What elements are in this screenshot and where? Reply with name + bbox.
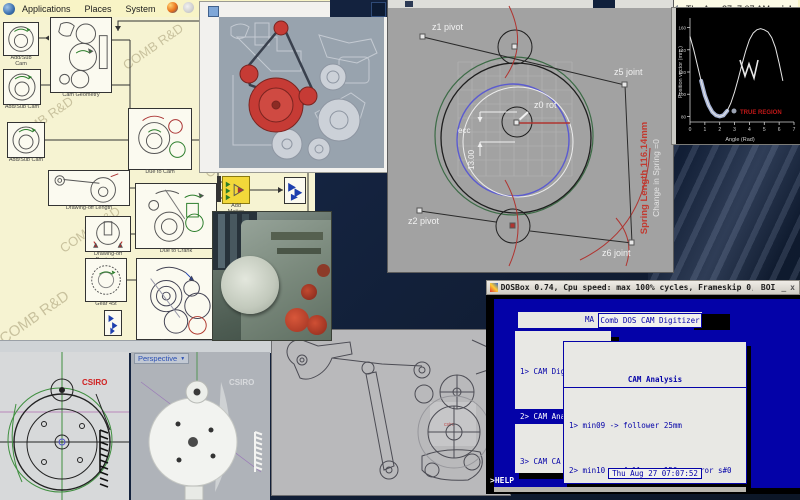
photo-detail-bar [277, 248, 321, 254]
block-addsub-cam-2[interactable]: Add/Sub Cam [3, 69, 41, 110]
block-label: Drawing-off Length [65, 205, 113, 211]
svg-text:5: 5 [763, 127, 766, 133]
firefox-launcher-icon[interactable] [166, 2, 178, 13]
svg-text:7: 7 [793, 127, 796, 133]
engine-diagram-window [200, 2, 388, 172]
distro-logo-icon[interactable] [3, 2, 15, 15]
block-due-to-crank[interactable]: Due to Crank [135, 183, 217, 254]
block-add-motion[interactable]: Add Motion [222, 176, 250, 215]
dos-submenu-title: CAM Analysis [564, 372, 746, 388]
minimize-button[interactable]: _ [781, 283, 786, 292]
dosbox-window: DOSBox 0.74, Cpu speed: max 100% cycles,… [486, 280, 800, 494]
svg-text:1: 1 [703, 127, 706, 133]
svg-text:140: 140 [678, 48, 686, 53]
viewport-perspective[interactable]: Perspective ▼ CSIRO [131, 352, 270, 500]
dos-status-time: Thu Aug 27 07:07:52 [608, 468, 702, 479]
close-button[interactable]: x [790, 283, 795, 292]
cad-drawing-window[interactable]: csiro [272, 330, 510, 495]
svg-text:0: 0 [689, 127, 692, 133]
dos-status-time-row: Thu Aug 27 07:07:52 [564, 466, 746, 481]
photo-detail-bar [271, 232, 323, 240]
desktop-icon[interactable] [371, 2, 386, 17]
svg-text:160: 160 [678, 26, 686, 31]
block-label: Add/Sub Cam [10, 55, 32, 67]
label-spring-length: Spring Length 116.14mm [639, 122, 650, 234]
window-mini-icon[interactable] [208, 6, 219, 17]
dos-bottom-strip [494, 487, 746, 492]
dos-submenu-item[interactable]: 1> min09 -> follower 25mm [564, 418, 746, 433]
desktop: Applications Places System Thu Aug 27, 7… [0, 0, 800, 500]
block-due-to-gear[interactable]: Due to Gear [136, 258, 216, 345]
label-z0-rot: z0 rot [534, 100, 557, 110]
block-addsub-cam-3[interactable]: Add/Sub Cam [7, 122, 45, 163]
photo-red-pulley [317, 264, 330, 277]
menu-places[interactable]: Places [78, 4, 119, 14]
dos-blue-screen: MA Comb DOS CAM Digitizer 1> CAM Digizin… [490, 299, 800, 492]
cam-plot: Position vector (mm.) Angle (Rad) TRUE R… [678, 18, 796, 143]
block-label: Due to Cam [145, 169, 175, 175]
dosbox-title-right: BOI [760, 283, 776, 292]
watermark-text: COMB R&D [0, 287, 73, 345]
dosbox-screen: MA Comb DOS CAM Digitizer 1> CAM Digizin… [486, 295, 800, 494]
plot-annotation: TRUE REGION [740, 110, 782, 116]
engine-diagram-canvas [219, 17, 384, 168]
photo-red-pulley [285, 308, 309, 332]
block-due-to-cam[interactable]: Due to Cam [128, 108, 192, 175]
label-z5-joint: z5 joint [614, 67, 643, 77]
help-launcher-icon[interactable] [182, 2, 194, 13]
menu-system[interactable]: System [119, 4, 163, 14]
block-scope[interactable] [284, 177, 306, 204]
dos-help-label: >HELP [490, 476, 515, 485]
dosbox-icon [490, 283, 498, 292]
watermark-text: COMB R&D [120, 20, 187, 73]
label-z2-pivot: z2 pivot [408, 216, 440, 226]
label-z6-joint: z6 joint [602, 248, 631, 258]
dosbox-titlebar[interactable]: DOSBox 0.74, Cpu speed: max 100% cycles,… [486, 280, 800, 295]
label-ecc: ecc [458, 126, 470, 135]
block-drawing-off-length[interactable]: Drawing-off Length [48, 170, 130, 211]
viewport-wireframe[interactable]: CSIRO [0, 352, 129, 500]
block-drawing-off-beginning[interactable]: Drawing-off Beginning [85, 216, 131, 263]
block-motion-arrows[interactable] [104, 310, 122, 336]
label-z1-pivot: z1 pivot [432, 22, 464, 32]
svg-text:4: 4 [748, 127, 751, 133]
block-label: Gear 45t [95, 301, 117, 307]
block-label: Cam Geometry [62, 92, 100, 98]
svg-text:120: 120 [678, 70, 686, 75]
photo-disc [221, 256, 279, 314]
block-label: Due to Crank [159, 248, 193, 254]
label-spring-change: Change in Spring =0 [651, 139, 661, 217]
block-label: Add/Sub Cam [4, 104, 40, 110]
dosbox-title-text: DOSBox 0.74, Cpu speed: max 100% cycles,… [500, 283, 753, 292]
photo-red-pulley [307, 315, 327, 335]
svg-text:100: 100 [678, 92, 686, 97]
menu-applications[interactable]: Applications [15, 4, 78, 14]
block-label: Add/Sub Cam [8, 157, 44, 163]
dos-header-prefix: MA [584, 315, 594, 324]
dos-header-title: Comb DOS CAM Digitizer [598, 313, 702, 328]
kinematics-diagram-window: z1 pivot z5 joint z0 rot ecc z2 pivot z6… [388, 0, 673, 272]
svg-text:6: 6 [778, 127, 781, 133]
photo-window-pane [218, 214, 225, 268]
svg-text:2: 2 [718, 127, 721, 133]
plot-xlabel: Angle (Rad) [725, 137, 755, 143]
label-dim-13: 13.00 [467, 149, 476, 170]
plot-window: Position vector (mm.) Angle (Rad) TRUE R… [672, 8, 800, 144]
block-gear[interactable]: Gear 45t [85, 258, 127, 307]
machinery-photo [213, 212, 331, 340]
block-addsub-cam-1[interactable]: Add/Sub Cam [3, 22, 39, 67]
svg-text:3: 3 [733, 127, 736, 133]
dos-cam-analysis-menu: CAM Analysis 1> min09 -> follower 25mm 2… [563, 341, 747, 484]
photo-red-pulley [301, 284, 317, 300]
dos-header-bar: MA Comb DOS CAM Digitizer [518, 312, 702, 328]
block-cam-geometry[interactable]: Cam Geometry [50, 17, 112, 98]
svg-text:80: 80 [681, 114, 687, 119]
